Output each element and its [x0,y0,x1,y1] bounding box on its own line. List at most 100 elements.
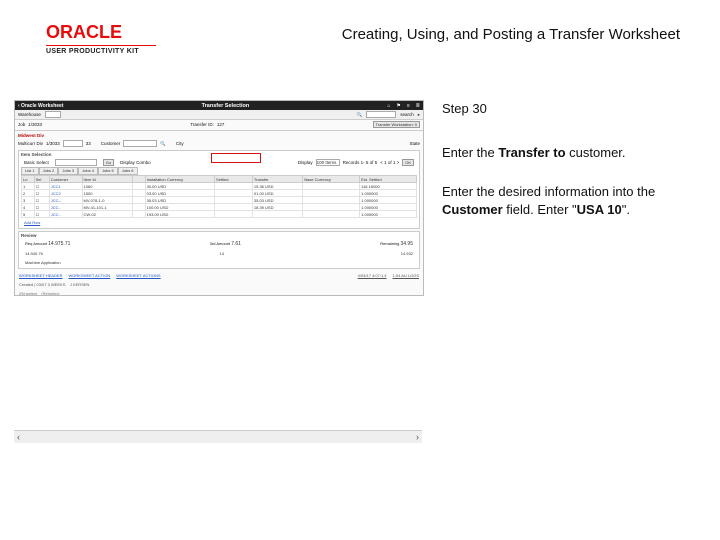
tab-jobs-3[interactable]: Jobs 3 [58,167,78,175]
job-label: Job [18,122,25,127]
table-cell [215,197,253,204]
footer-links: WORKSHEET HEADER WORKSHEET ACTION WORKSH… [15,271,423,280]
col-item[interactable]: Item Id [82,176,132,183]
brand-logo: ORACLE [46,22,156,46]
instr2-mid: field. Enter " [503,202,577,217]
instr1-post: customer. [566,145,626,160]
transfer-workstation-button[interactable]: Transfer Workstation: 0 [373,121,420,128]
home-icon[interactable]: ⌂ [387,103,390,109]
table-row[interactable]: 2☐JCC2150003.00 USD01.00 USD1.000000 [22,190,417,197]
table-cell: 1.000000 [360,197,417,204]
table-cell[interactable]: ☐ [34,183,49,190]
instr1-pre: Enter the [442,145,498,160]
horizontal-scrollbar[interactable]: ‹ › [14,430,422,443]
tab-jobs-5[interactable]: Jobs 5 [98,167,118,175]
reselect-link-2[interactable]: (Re)select [41,291,59,296]
warehouse-label: Warehouse [18,112,41,117]
menu-icon[interactable]: ≣ [416,103,420,109]
from-division-label: Midwest Div [18,133,44,138]
table-cell: 100.00 USD [145,204,214,211]
instr2-pre: Enter the desired information into the [442,184,655,199]
table-cell[interactable]: ☐ [34,204,49,211]
col-settled[interactable]: Settled [215,176,253,183]
instr2-bold2: USA 10 [577,202,622,217]
worksheet-action-link[interactable]: WORKSHEET ACTION [69,273,111,278]
table-cell: MV-078-1-0 [82,197,132,204]
instr2-bold1: Customer [442,202,503,217]
instruction-line-1: Enter the Transfer to customer. [442,144,692,162]
app-subbar: Warehouse 🔍 search ▸ [15,110,423,120]
display-select[interactable]: 100 Items [316,159,340,166]
col-customer[interactable]: Customer [49,176,82,183]
col-base-currency[interactable]: Base Currency [303,176,360,183]
grid-icon[interactable]: ≡ [407,103,410,109]
item-selection-section: Item Selection Basic Select Go Display C… [18,150,420,229]
table-row[interactable]: 5☐JCC..CW-02193.00 USD1.000000 [22,211,417,218]
multicurr-aux: 33 [86,141,91,146]
third-amount-value: 7.61 [231,241,241,247]
table-row[interactable]: 3☐JCC--MV-078-1-0 35.03 USD 35.03 USD 1.000… [22,197,417,204]
transfer-id-value: 127 [217,122,225,127]
table-row[interactable]: 4☐JCC..MV-41-101-1100.00 USD18.39 USD1.0… [22,204,417,211]
scroll-right-icon[interactable]: › [416,432,419,442]
tab-jobs-6[interactable]: Jobs 6 [118,167,138,175]
table-row[interactable]: 1☐JCC1106030.00 USD15.36 USD116.16000 [22,183,417,190]
customer-lookup-icon[interactable]: 🔍 [160,141,166,147]
table-cell: 01.00 USD [252,190,302,197]
table-cell [252,211,302,218]
reselect-link-1[interactable]: (Re)select [19,291,37,296]
table-cell: 35.03 USD [145,197,214,204]
scroll-left-icon[interactable]: ‹ [17,432,20,442]
table-cell: 4 [22,204,35,211]
search-go-icon[interactable]: ▸ [418,112,420,118]
col-sel[interactable]: Sel [34,176,49,183]
table-cell[interactable]: ☐ [34,211,49,218]
search-icon[interactable]: 🔍 [357,112,363,118]
worksheet-header-link[interactable]: WORKSHEET HEADER [19,273,63,278]
go-button[interactable]: Go [103,159,114,166]
basic-search-input[interactable] [55,159,97,166]
page-nav[interactable]: < 1 of 1 > [380,160,399,165]
add-row-link[interactable]: Add Row [21,218,43,227]
tab-jobs-2[interactable]: Jobs 2 [39,167,59,175]
table-cell[interactable]: ☐ [34,190,49,197]
table-cell: 116.16000 [360,183,417,190]
review-val-3: 14.932 [401,251,413,256]
multicurr-input[interactable] [63,140,83,147]
table-cell: 18.39 USD [252,204,302,211]
table-cell [133,183,146,190]
table-cell: 1.000000 [360,204,417,211]
table-header-row: Ln Sel Customer Item Id Installation Cur… [22,176,417,183]
worksheet-actions-link[interactable]: WORKSHEET ACTIONS [116,273,160,278]
basic-search-label: Basic Select [24,160,49,165]
table-cell: 3 [22,197,35,204]
instr2-post: ". [622,202,630,217]
col-est-settled[interactable]: Est. Settled [360,176,417,183]
col-blank [133,176,146,183]
col-install-currency[interactable]: Installation Currency [145,176,214,183]
flag-icon[interactable]: ⚑ [396,103,400,109]
table-cell: 35.03 USD [252,197,302,204]
table-cell: 30.00 USD [145,183,214,190]
table-cell: JCC.. [49,211,82,218]
ok-button[interactable]: OK [402,159,414,166]
table-cell [215,211,253,218]
table-cell[interactable]: ☐ [34,197,49,204]
table-cell: 1 [22,183,35,190]
city-label: City [176,141,184,146]
table-cell: JCC.. [49,204,82,211]
review-section: Review Req Amount 14.975.71 3rd Amount 7… [18,231,420,269]
table-cell: JCC-- [49,197,82,204]
multicurr-label: Multicurr Div [18,141,43,146]
warehouse-input[interactable] [45,111,61,118]
table-cell [303,190,360,197]
col-ln[interactable]: Ln [22,176,35,183]
tab-jobs-4[interactable]: Jobs 4 [78,167,98,175]
remaining-label: Remaining [380,241,399,246]
customer-input[interactable] [123,140,157,147]
col-transfer[interactable]: Transfer [252,176,302,183]
search-input[interactable] [366,111,396,118]
tab-list-1[interactable]: List 1 [21,167,39,175]
back-link[interactable]: ‹ Oracle Worksheet [18,103,63,109]
step-label: Step 30 [442,100,692,118]
